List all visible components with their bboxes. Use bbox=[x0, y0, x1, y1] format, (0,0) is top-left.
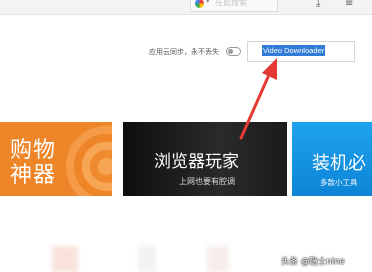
card-install-essentials[interactable]: 装机必 多款小工具 bbox=[292, 122, 372, 196]
blurred-thumbnail bbox=[52, 246, 78, 272]
blurred-thumbnail bbox=[138, 246, 156, 272]
toggle-knob bbox=[228, 49, 233, 54]
card-title: 购物神器 bbox=[10, 138, 57, 188]
ua-input-selected-text: Video Downloader bbox=[262, 45, 326, 56]
card-title: 浏览器玩家 bbox=[154, 152, 239, 172]
ua-input[interactable]: Video Downloader bbox=[247, 41, 355, 62]
search-engine-label: 在此搜索 bbox=[215, 0, 247, 7]
google-icon bbox=[195, 0, 204, 8]
card-subtitle: 多款小工具 bbox=[320, 178, 358, 187]
sync-label: 应用云同步，永不丢失 bbox=[149, 48, 219, 56]
card-title: 装机必 bbox=[312, 153, 366, 174]
card-shopping[interactable]: 购物神器 bbox=[0, 122, 112, 196]
menu-icon[interactable]: ≡ bbox=[345, 0, 353, 9]
sync-toggle[interactable] bbox=[226, 47, 241, 56]
browser-toolbar: ▾ 在此搜索 ⤓ ≡ bbox=[0, 0, 372, 15]
download-icon[interactable]: ⤓ bbox=[316, 0, 320, 9]
watermark: 头条 @隐士nine bbox=[281, 257, 345, 267]
chevron-down-icon[interactable]: ▾ bbox=[206, 0, 210, 5]
search-engine-box[interactable]: ▾ 在此搜索 bbox=[190, 0, 278, 12]
card-browser-player[interactable]: 浏览器玩家 上网也要有腔调 bbox=[123, 122, 287, 196]
blurred-thumbnail bbox=[207, 246, 229, 272]
card-subtitle: 上网也要有腔调 bbox=[179, 177, 235, 186]
